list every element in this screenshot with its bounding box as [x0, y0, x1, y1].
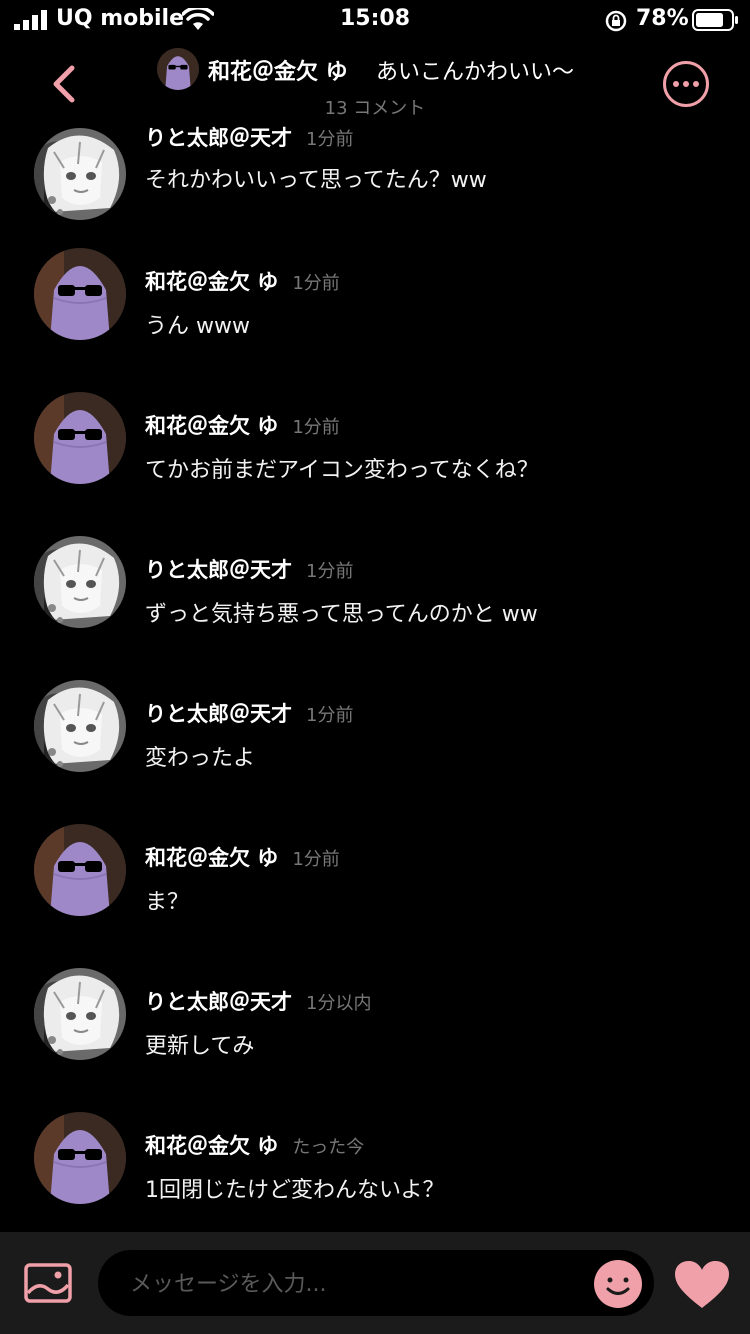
list-item[interactable]: 和花＠金欠 ゆ 1分前 てかお前まだアイコン変わってなくね？ [0, 392, 750, 538]
message-time: 1分前 [306, 705, 354, 726]
message-time: 1分以内 [306, 993, 372, 1014]
composer-bar [0, 1232, 750, 1334]
message-text: それかわいいって思ってたん？ww [145, 168, 487, 193]
message-time: 1分前 [306, 561, 354, 582]
image-icon[interactable] [24, 1263, 72, 1303]
message-user-name: りと太郎＠天才 [145, 990, 292, 1014]
message-input-container [98, 1250, 654, 1318]
message-time: 1分前 [292, 273, 340, 294]
avatar[interactable] [34, 1112, 126, 1204]
message-user-name: 和花＠金欠 ゆ [145, 414, 279, 438]
comment-count: 13 コメント [324, 98, 426, 119]
heart-icon[interactable] [674, 1260, 730, 1310]
message-user-name: りと太郎＠天才 [145, 702, 292, 726]
list-item[interactable]: 和花＠金欠 ゆ 1分前 うん www [0, 248, 750, 394]
list-item[interactable]: りと太郎＠天才 1分前 それかわいいって思ってたん？ww [0, 124, 750, 250]
message-text: ずっと気持ち悪って思ってんのかと ww [145, 602, 538, 627]
avatar[interactable] [34, 128, 126, 220]
list-item[interactable]: りと太郎＠天才 1分前 ずっと気持ち悪って思ってんのかと ww [0, 536, 750, 682]
avatar[interactable] [34, 680, 126, 772]
header-topic: あいこんかわいい〜 [376, 60, 575, 85]
thread-header: 和花＠金欠 ゆ あいこんかわいい〜 13 コメント [0, 40, 750, 120]
message-time: たった今 [292, 1137, 365, 1158]
avatar[interactable] [34, 824, 126, 916]
message-user-name: 和花＠金欠 ゆ [145, 270, 279, 294]
rotation-lock-icon [605, 10, 627, 32]
message-input[interactable] [128, 1250, 572, 1318]
list-item[interactable]: りと太郎＠天才 1分前 変わったよ [0, 680, 750, 826]
avatar[interactable] [34, 248, 126, 340]
header-user-name: 和花＠金欠 ゆ [208, 60, 348, 85]
message-time: 1分前 [292, 417, 340, 438]
message-time: 1分前 [306, 129, 354, 150]
message-text: 1回閉じたけど変わんないよ？ [145, 1178, 445, 1203]
status-bar: UQ mobile 15:08 78% [0, 0, 750, 40]
avatar[interactable] [34, 536, 126, 628]
smile-icon[interactable] [594, 1260, 642, 1308]
header-avatar[interactable] [157, 48, 199, 90]
message-text: 変わったよ [145, 746, 256, 771]
message-time: 1分前 [292, 849, 340, 870]
message-list[interactable]: りと太郎＠天才 1分前 それかわいいって思ってたん？ww 和花＠金欠 ゆ 1分前 う… [0, 124, 750, 1230]
message-user-name: 和花＠金欠 ゆ [145, 1134, 279, 1158]
message-user-name: 和花＠金欠 ゆ [145, 846, 279, 870]
avatar[interactable] [34, 392, 126, 484]
message-user-name: りと太郎＠天才 [145, 558, 292, 582]
battery-icon [692, 9, 738, 31]
message-user-name: りと太郎＠天才 [145, 126, 292, 150]
list-item[interactable]: りと太郎＠天才 1分以内 更新してみ [0, 968, 750, 1114]
battery-percentage: 78% [636, 6, 689, 31]
message-text: 更新してみ [145, 1034, 255, 1059]
message-text: うん www [145, 314, 250, 339]
message-text: てかお前まだアイコン変わってなくね？ [145, 458, 539, 483]
avatar[interactable] [34, 968, 126, 1060]
message-text: ま？ [145, 890, 190, 915]
list-item[interactable]: 和花＠金欠 ゆ 1分前 ま？ [0, 824, 750, 970]
more-icon[interactable] [662, 60, 710, 108]
list-item[interactable]: 和花＠金欠 ゆたった今 1回閉じたけど変わんないよ？ [0, 1112, 750, 1230]
